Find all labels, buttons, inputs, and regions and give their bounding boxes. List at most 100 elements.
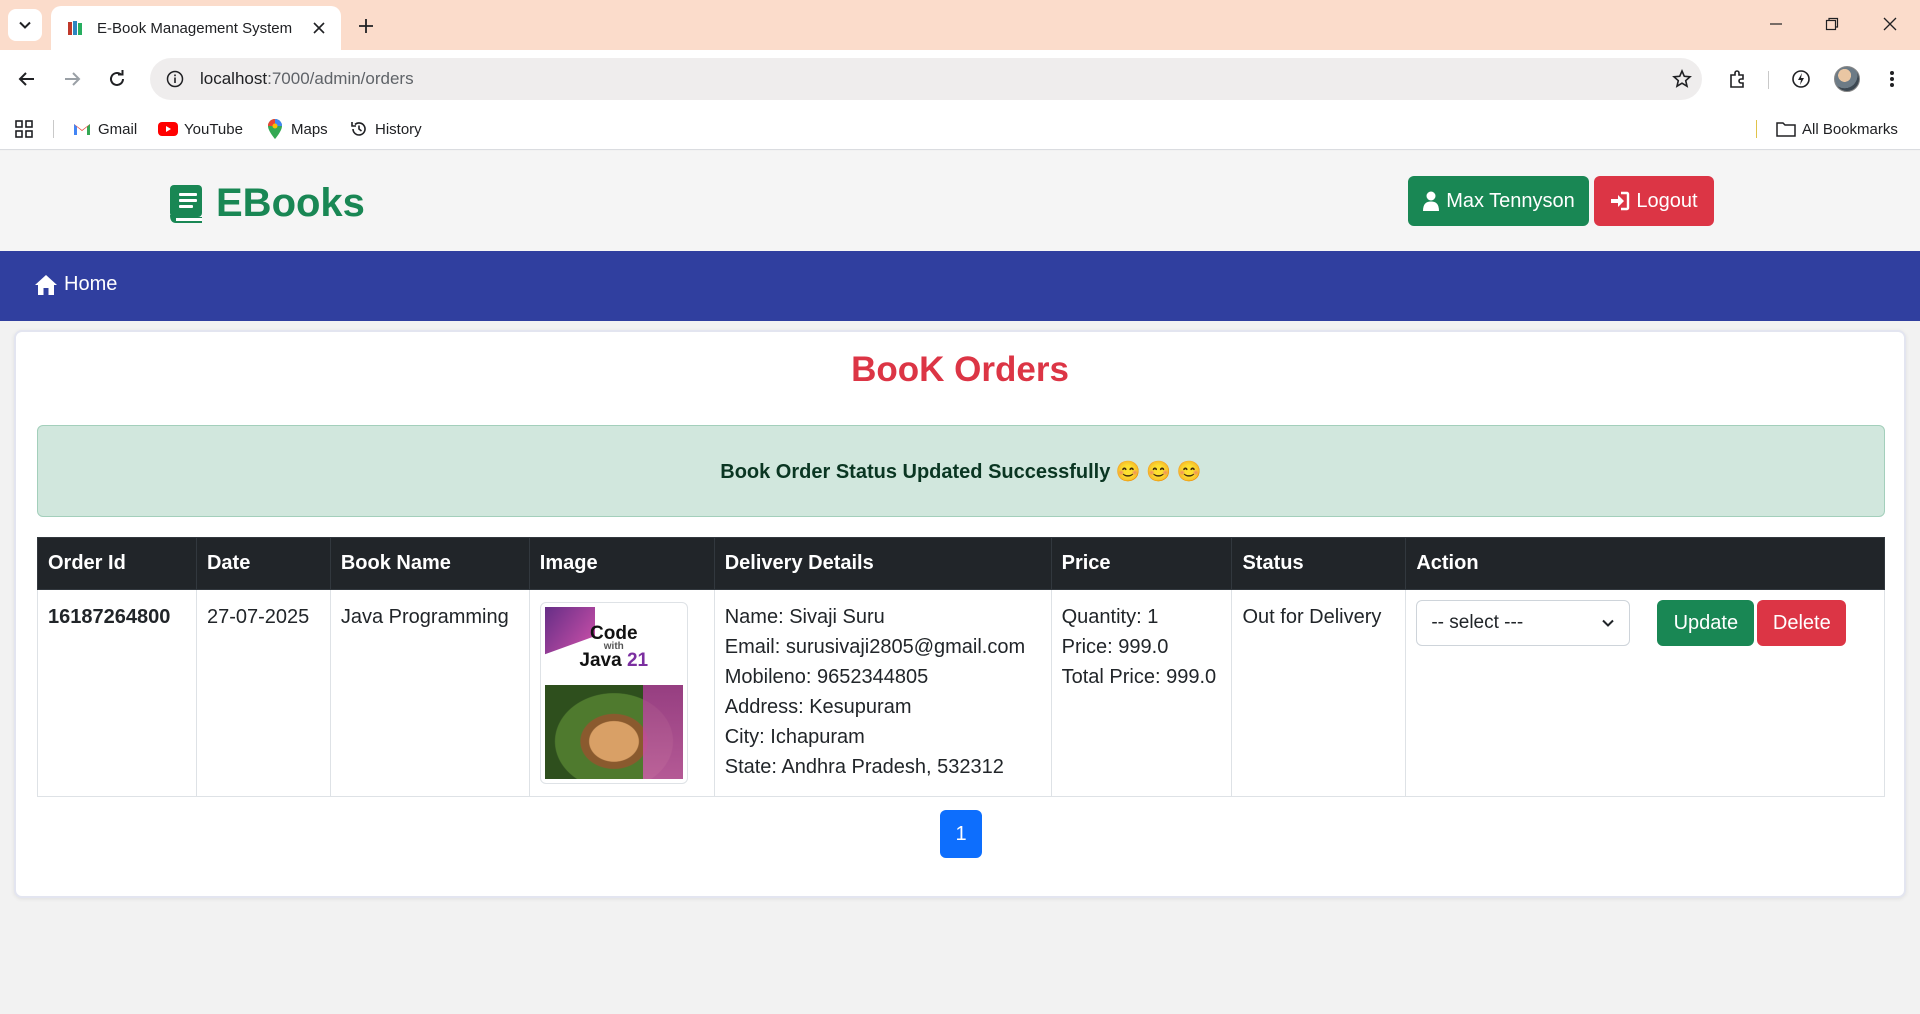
browser-tabstrip: E-Book Management System [0,0,1920,50]
extensions-puzzle-icon[interactable] [1721,63,1753,95]
order-id-cell: 16187264800 [37,589,197,797]
alert-message: Book Order Status Updated Successfully 😊… [720,460,1202,483]
table-row: 16187264800 27-07-2025 Java Programming … [37,589,1885,797]
nav-home-link[interactable]: Home [34,273,117,296]
cover-title-num: 21 [626,650,649,671]
book-cover-image: Code with Java 21 [544,607,683,779]
bookmark-gmail[interactable]: Gmail [72,116,137,142]
tab-search-button[interactable] [8,9,42,41]
column-header-book-name: Book Name [329,537,530,590]
status-select[interactable]: -- select --- [1416,600,1631,646]
delivery-details-cell: Name: Sivaji Suru Email: surusivaji2805@… [713,589,1052,797]
bookmark-star-icon[interactable] [1662,58,1702,100]
book-icon [170,184,202,223]
bookmarks-divider-right [1756,120,1757,138]
chevron-down-icon [19,21,31,29]
tab-title: E-Book Management System [97,19,293,37]
page-title: BooK Orders [851,350,1069,389]
delete-button[interactable]: Delete [1757,600,1847,646]
reload-icon[interactable] [100,62,134,96]
window-restore-icon[interactable] [1812,8,1852,40]
column-header-date: Date [195,537,331,590]
all-bookmarks[interactable]: All Bookmarks [1776,116,1898,142]
price-cell: Quantity: 1 Price: 999.0 Total Price: 99… [1050,589,1233,797]
site-info-icon[interactable] [150,58,190,100]
browser-toolbar: localhost:7000/admin/orders [0,50,1920,108]
profile-avatar[interactable] [1831,63,1863,95]
url-path: :7000/admin/orders [267,69,414,88]
performance-icon[interactable] [1785,63,1817,95]
logout-button[interactable]: Logout [1594,176,1714,226]
column-header-status: Status [1231,537,1407,590]
chevron-down-icon [1602,619,1615,627]
books-favicon-icon [65,18,85,38]
action-cell: -- select --- Update Delete [1405,589,1885,797]
bookmark-youtube[interactable]: YouTube [158,116,243,142]
window-minimize-icon[interactable] [1756,8,1796,40]
price-total: Total Price: 999.0 [1061,666,1217,688]
bookmark-maps[interactable]: Maps [265,116,328,142]
bookmark-label: YouTube [184,120,243,138]
delivery-state: State: Andhra Pradesh, 532312 [724,756,1004,778]
status-select-value: -- select --- [1431,612,1524,633]
book-cover-thumbnail: Code with Java 21 [539,602,688,784]
table-header-row: Order Id Date Book Name Image Delivery D… [37,537,1885,590]
order-date-cell: 27-07-2025 [195,589,331,797]
main-navbar: Home [0,251,1920,321]
more-menu-icon[interactable] [1876,63,1908,95]
home-icon [34,274,58,296]
apps-grid-icon[interactable] [14,119,34,139]
bookmarks-divider [53,120,54,138]
logout-label: Logout [1636,189,1698,212]
person-icon [1422,191,1440,211]
sign-in-arrow-icon [1610,191,1630,211]
brand-logo[interactable]: EBooks [168,181,365,226]
folder-icon [1776,119,1796,139]
bookmark-label: Maps [291,120,328,138]
pagination-page-1[interactable]: 1 [940,810,982,858]
nav-home-label: Home [64,273,118,295]
column-header-action: Action [1405,537,1885,590]
bookmark-label: History [375,120,422,138]
brand-name: EBooks [216,181,365,225]
price-unit: Price: 999.0 [1061,636,1169,658]
delivery-city: City: Ichapuram [724,726,865,748]
forward-arrow-icon[interactable] [55,62,89,96]
orders-table: Order Id Date Book Name Image Delivery D… [37,537,1885,797]
all-bookmarks-label: All Bookmarks [1802,120,1898,138]
delivery-name: Name: Sivaji Suru [724,606,885,628]
column-header-order-id: Order Id [37,537,197,590]
user-name: Max Tennyson [1446,189,1575,212]
history-icon [349,119,369,139]
cover-title-line2: Java [579,650,622,671]
user-profile-button[interactable]: Max Tennyson [1408,176,1589,226]
cover-title: Code with Java 21 [545,624,683,671]
book-name-cell: Java Programming [329,589,530,797]
address-bar[interactable]: localhost:7000/admin/orders [150,58,1702,100]
back-arrow-icon[interactable] [10,62,44,96]
delivery-mobile: Mobileno: 9652344805 [724,666,929,688]
gmail-icon [72,119,92,139]
maps-icon [265,119,285,139]
success-alert: Book Order Status Updated Successfully 😊… [37,425,1885,517]
avatar-image [1834,66,1860,92]
bookmark-label: Gmail [98,120,138,138]
browser-tab-active[interactable]: E-Book Management System [51,6,341,50]
youtube-icon [158,119,178,139]
site-header: EBooks Max Tennyson Logout [0,151,1920,251]
column-header-image: Image [528,537,715,590]
delivery-address: Address: Kesupuram [724,696,912,718]
update-button[interactable]: Update [1657,600,1755,646]
url-host: localhost [200,69,268,88]
column-header-price: Price [1050,537,1233,590]
window-close-icon[interactable] [1870,8,1910,40]
orders-card: BooK Orders Book Order Status Updated Su… [14,330,1906,898]
bookmark-history[interactable]: History [349,116,422,142]
tab-close-icon[interactable] [309,18,329,38]
status-cell: Out for Delivery [1231,589,1407,797]
new-tab-plus-icon[interactable] [352,12,380,40]
book-image-cell: Code with Java 21 [528,589,715,797]
column-header-delivery-details: Delivery Details [713,537,1052,590]
url-text: localhost:7000/admin/orders [190,69,1662,89]
toolbar-divider [1768,71,1769,89]
